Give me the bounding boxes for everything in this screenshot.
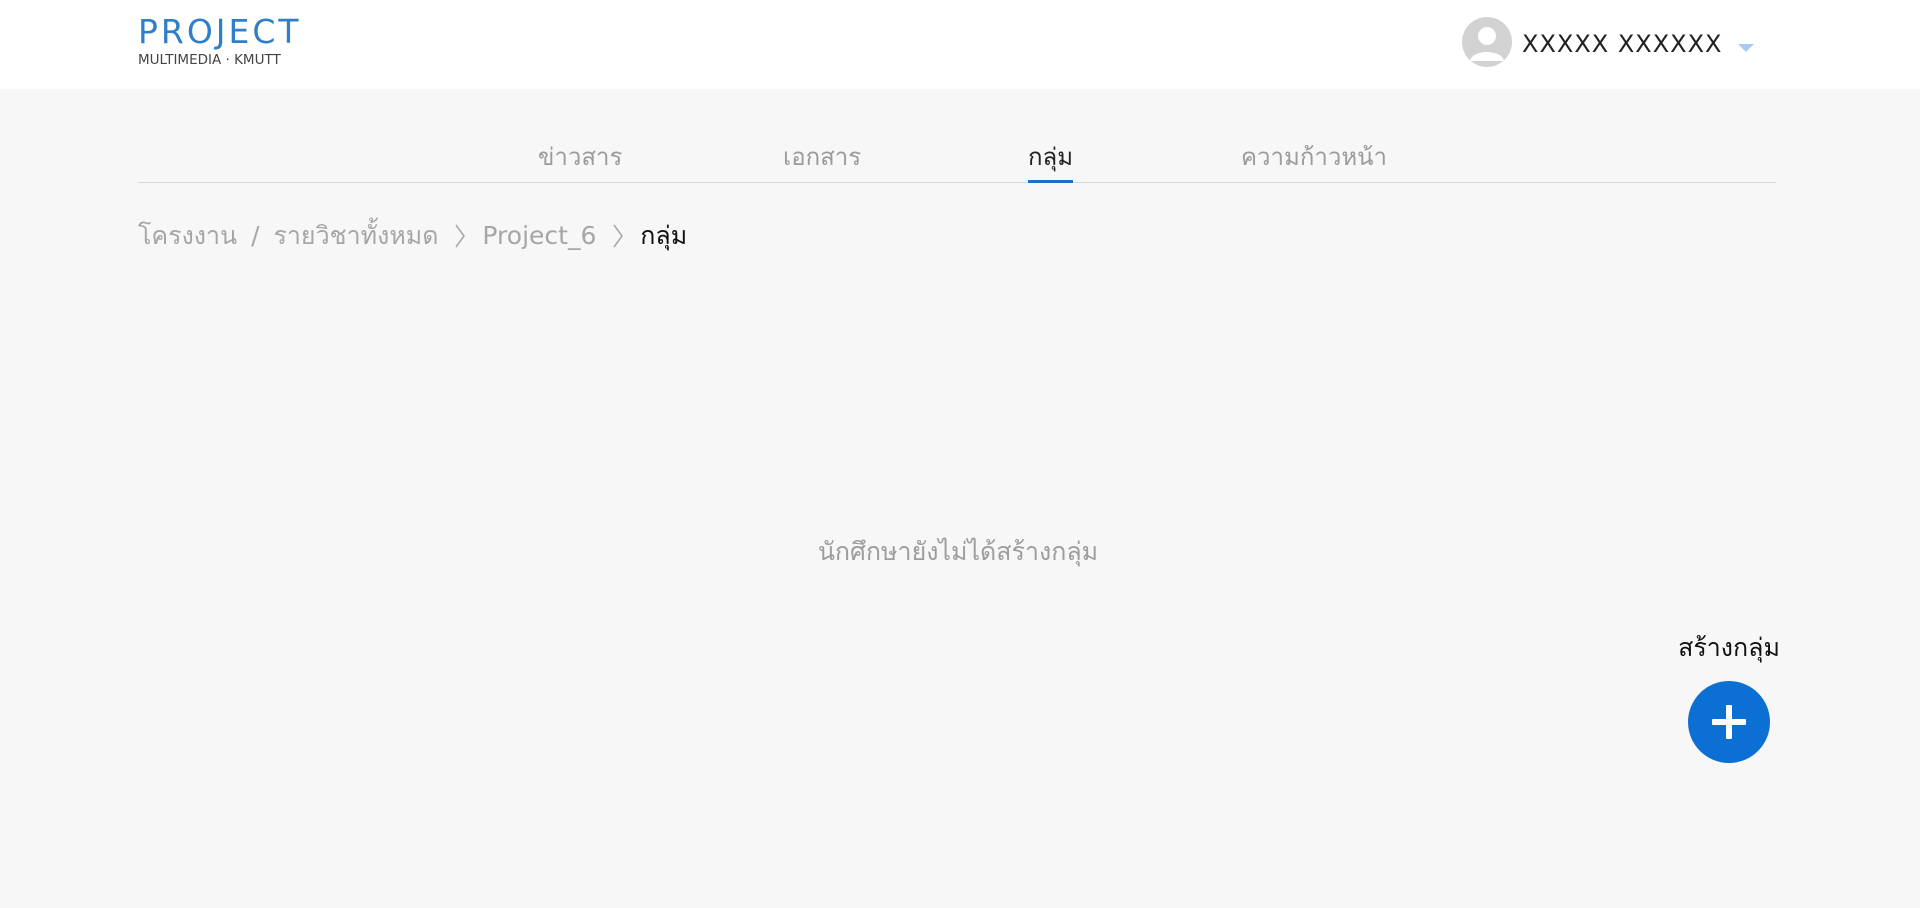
tab-news[interactable]: ข่าวสาร <box>538 142 622 180</box>
user-menu[interactable]: XXXXX XXXXXX <box>1462 17 1762 67</box>
main-tabs: ข่าวสาร เอกสาร กลุ่ม ความก้าวหน้า <box>138 130 1776 183</box>
breadcrumb-projects[interactable]: โครงงาน <box>138 220 237 252</box>
create-group-label: สร้างกลุ่ม <box>1678 633 1780 662</box>
breadcrumb-project[interactable]: Project_6 <box>482 220 596 252</box>
empty-groups-message: นักศึกษายังไม่ได้สร้างกลุ่ม <box>817 537 1099 566</box>
chevron-right-icon <box>454 220 466 260</box>
breadcrumb: โครงงาน / รายวิชาทั้งหมด Project_6 กลุ่ม <box>138 220 687 252</box>
tab-groups[interactable]: กลุ่ม <box>1028 142 1074 183</box>
breadcrumb-all-courses[interactable]: รายวิชาทั้งหมด <box>273 220 438 252</box>
create-group-button[interactable] <box>1688 681 1770 763</box>
user-avatar-icon <box>1462 17 1512 67</box>
project-logo[interactable]: PROJECT MULTIMEDIA · KMUTT <box>138 14 318 72</box>
plus-icon-vertical <box>1726 705 1732 739</box>
breadcrumb-slash: / <box>251 221 260 250</box>
logo-subtitle: MULTIMEDIA · KMUTT <box>138 52 281 68</box>
user-name: XXXXX XXXXXX <box>1522 30 1723 58</box>
tab-documents[interactable]: เอกสาร <box>783 142 861 180</box>
breadcrumb-current: กลุ่ม <box>640 221 688 250</box>
caret-down-icon[interactable] <box>1738 44 1754 52</box>
tab-progress[interactable]: ความก้าวหน้า <box>1241 142 1387 180</box>
top-header: PROJECT MULTIMEDIA · KMUTT XXXXX XXXXXX <box>0 0 1920 89</box>
chevron-right-icon <box>612 220 624 260</box>
logo-title: PROJECT <box>138 12 302 51</box>
